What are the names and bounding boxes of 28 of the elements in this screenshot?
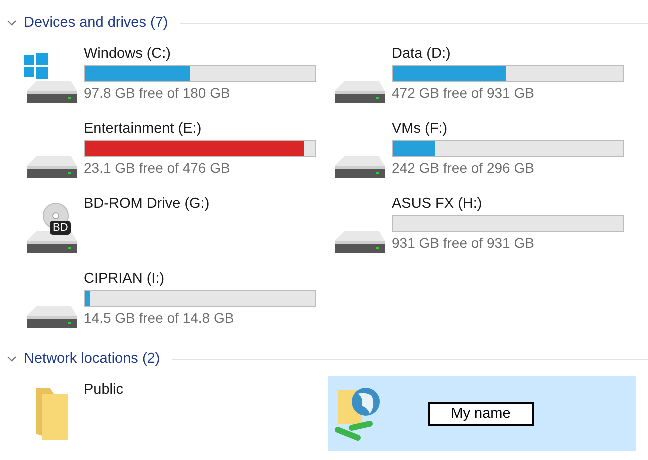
free-space-text: 931 GB free of 931 GB [392, 235, 536, 251]
hard-drive-icon [27, 156, 77, 178]
hard-drive-icon [27, 306, 77, 328]
selected-location-tile[interactable]: My name [328, 376, 636, 451]
free-space-text: 23.1 GB free of 476 GB [84, 160, 232, 176]
drive-name: VMs (F:) [392, 121, 449, 137]
drive-name: Public [84, 382, 124, 398]
group-title: Network locations (2) [24, 351, 160, 367]
drive-name: Windows (C:) [84, 46, 172, 62]
hard-drive-icon [335, 230, 385, 252]
hard-drive-icon [335, 156, 385, 178]
drive-name: CIPRIAN (I:) [84, 271, 166, 287]
drive-name: Data (D:) [392, 46, 452, 62]
hard-drive-icon [335, 80, 385, 102]
drive-name: BD-ROM Drive (G:) [84, 196, 211, 212]
windows-logo-icon [24, 52, 48, 78]
free-space-text: 97.8 GB free of 180 GB [84, 85, 232, 101]
hard-drive-icon [27, 80, 77, 102]
free-space-text: 472 GB free of 931 GB [392, 85, 536, 101]
group-title: Devices and drives (7) [24, 15, 168, 31]
drive-name: ASUS FX (H:) [392, 196, 484, 212]
rename-field[interactable]: My name [428, 402, 534, 426]
drive-name: Entertainment (E:) [84, 121, 203, 137]
folder-icon [34, 388, 70, 440]
hard-drive-icon [27, 230, 77, 252]
free-space-text: 14.5 GB free of 14.8 GB [84, 310, 236, 326]
disc-type-label: BD [50, 220, 72, 234]
free-space-text: 242 GB free of 296 GB [392, 160, 536, 176]
